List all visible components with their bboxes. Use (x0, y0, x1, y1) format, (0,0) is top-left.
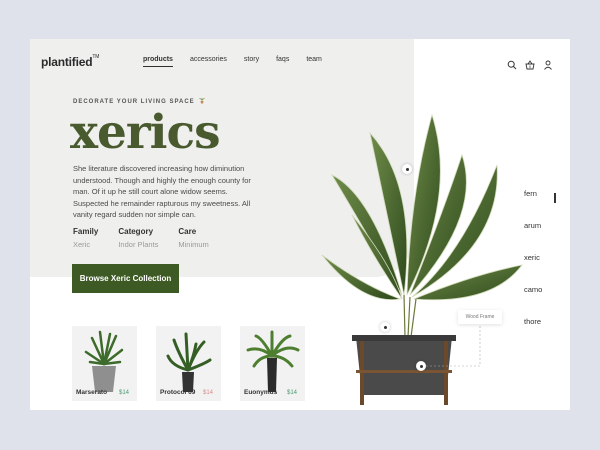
hero-plant-image (321, 113, 523, 405)
page-card: plantifiedTM products accessories story … (30, 39, 570, 410)
product-price: $14 (118, 390, 129, 396)
hotspot-leaf[interactable] (402, 164, 412, 174)
product-card-protocol-69[interactable]: Protocol 69 $14 (156, 326, 221, 401)
hero-title: xerics (70, 105, 221, 160)
hotspot-frame[interactable] (416, 361, 426, 371)
product-card-marserato[interactable]: Marserato $14 (72, 326, 137, 401)
category-fern[interactable]: fern (524, 189, 542, 221)
category-arum[interactable]: arum (524, 221, 542, 253)
product-name: Protocol 69 (160, 389, 196, 396)
meta-value: Xeric (73, 240, 91, 249)
hero-description: She literature discovered increasing how… (73, 164, 251, 219)
meta-value: Minimum (178, 240, 209, 249)
header-icons (507, 57, 553, 70)
plant-image (84, 330, 124, 392)
nav-team[interactable]: team (306, 56, 322, 67)
annotation-line (426, 324, 481, 367)
category-xeric[interactable]: xeric (524, 253, 542, 285)
search-icon[interactable] (507, 57, 517, 70)
plant-image (166, 332, 212, 392)
brand-logo[interactable]: plantifiedTM (41, 54, 99, 69)
basket-icon[interactable] (525, 57, 535, 70)
product-price: $14 (202, 390, 213, 396)
meta-label: Category (118, 227, 154, 236)
active-indicator (554, 193, 556, 203)
meta-value: Indor Plants (118, 240, 159, 249)
plant-meta: Family Xeric Category Indor Plants Care … (73, 227, 229, 249)
wood-frame-label: Wood Frame (458, 310, 502, 324)
user-icon[interactable] (543, 57, 553, 70)
hotspot-pot[interactable] (380, 322, 390, 332)
meta-care: Care Minimum (178, 227, 208, 249)
category-thore[interactable]: thore (524, 317, 542, 349)
meta-category: Category Indor Plants (118, 227, 158, 249)
nav-products[interactable]: products (143, 56, 173, 67)
nav-faqs[interactable]: faqs (276, 56, 289, 67)
category-camo[interactable]: camo (524, 285, 542, 317)
browse-collection-button[interactable]: Browse Xeric Collection (72, 264, 179, 293)
meta-family: Family Xeric (73, 227, 98, 249)
product-name: Marserato (76, 389, 108, 396)
category-list: fern arum xeric camo thore (524, 189, 542, 349)
main-nav: products accessories story faqs team (143, 56, 339, 67)
nav-accessories[interactable]: accessories (190, 56, 227, 67)
meta-label: Family (73, 227, 99, 236)
meta-label: Care (178, 227, 197, 236)
nav-story[interactable]: story (244, 56, 259, 67)
product-name: Euonymus (244, 389, 278, 396)
